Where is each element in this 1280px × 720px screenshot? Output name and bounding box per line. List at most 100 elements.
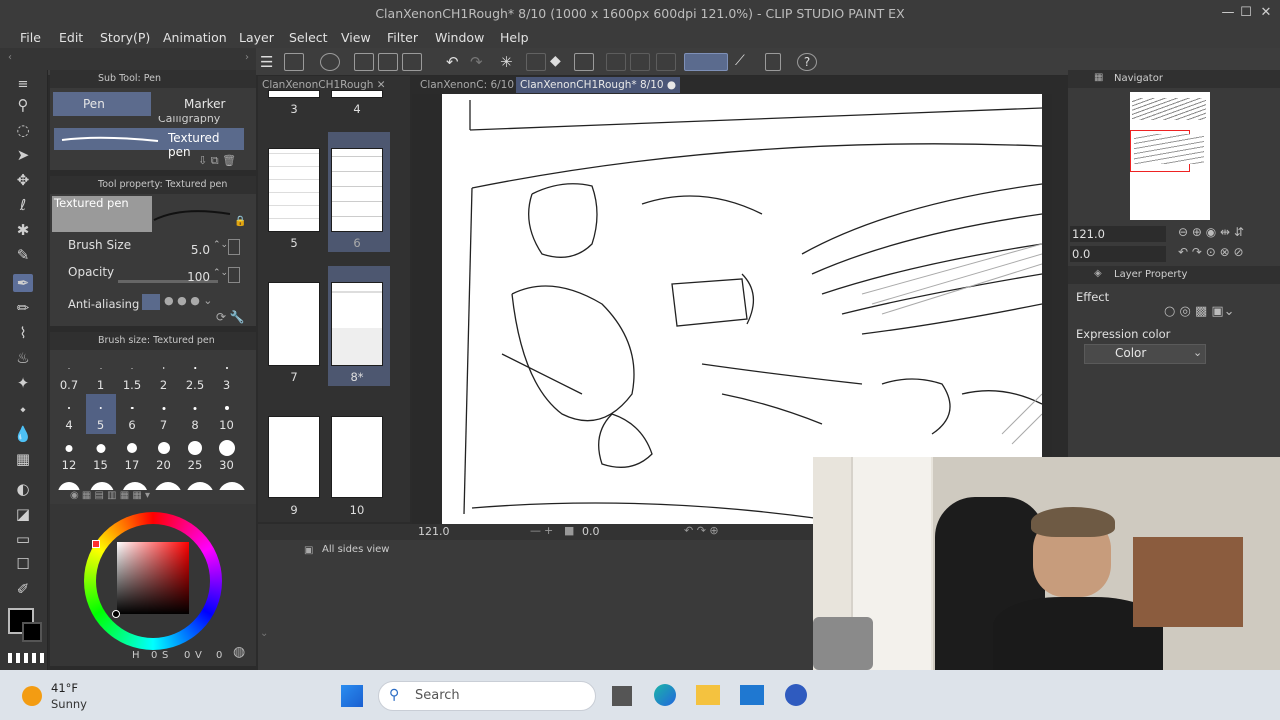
zoom-in-button[interactable]: + (544, 524, 553, 537)
mail-icon[interactable] (740, 685, 764, 705)
rotate-icon[interactable]: ↶ ↷ ⊕ (684, 524, 719, 537)
brush-size-option[interactable]: 0.7 (54, 354, 84, 394)
brush-size-option[interactable]: 8 (180, 394, 210, 434)
brush-size-option[interactable]: 1.5 (117, 354, 147, 394)
clip-studio-taskbar-icon[interactable] (785, 684, 807, 706)
brush-size-option[interactable]: 10 (212, 394, 242, 434)
pen-tool-icon[interactable]: ✒ (13, 274, 33, 292)
menu-story[interactable]: Story(P) (100, 30, 150, 45)
page-thumb-9[interactable] (268, 416, 320, 498)
menu-animation[interactable]: Animation (163, 30, 227, 45)
eraser-tool-icon[interactable]: ⬩ (13, 400, 33, 418)
lasso-tool-icon[interactable]: ℓ (13, 196, 33, 214)
fill-icon[interactable]: ◆ (550, 53, 570, 71)
brush-size-option[interactable]: 20 (149, 434, 179, 474)
navigator-rotate-buttons-icon[interactable]: ↶ ↷ ⊙ ⊗ ⊘ (1178, 245, 1244, 259)
opacity-spinner-icon[interactable]: ⌃⌄ (213, 268, 228, 278)
file-explorer-icon[interactable] (696, 685, 720, 705)
page-thumb-8[interactable] (331, 282, 383, 366)
navigator-preview[interactable] (1130, 92, 1210, 220)
airbrush-tool-icon[interactable]: ♨ (13, 349, 33, 367)
clear-icon[interactable] (526, 53, 546, 71)
brush-size-option[interactable]: 15 (86, 434, 116, 474)
menu-filter[interactable]: Filter (387, 30, 418, 45)
brush-tool-icon[interactable]: ⌇ (13, 324, 33, 342)
auto-select-tool-icon[interactable]: ✱ (13, 221, 33, 239)
expression-color-select[interactable]: Color ⌄ (1084, 344, 1206, 364)
fill-tool-icon[interactable]: ▦ (13, 450, 33, 468)
hamburger-menu-icon[interactable]: ☰ (260, 53, 280, 71)
canvas-zoom-value[interactable]: 121.0 (418, 525, 450, 538)
antialias-options-icon[interactable]: ● ● ● ⌄ (164, 294, 244, 308)
maximize-button[interactable]: ☐ (1238, 5, 1254, 21)
fit-screen-button[interactable]: ■ (564, 524, 574, 537)
canvas-angle-value[interactable]: 0.0 (582, 525, 600, 538)
menu-select[interactable]: Select (289, 30, 328, 45)
figure-tool-icon[interactable]: ◪ (13, 505, 33, 523)
doc-tab-2[interactable]: ClanXenonC: 6/10 ✕ (416, 77, 530, 93)
page-thumb-10[interactable] (331, 416, 383, 498)
selected-brush-row[interactable]: Textured pen (54, 128, 244, 159)
crop-icon[interactable] (656, 53, 676, 71)
effect-buttons-icon[interactable]: ○ ◎ ▩ ▣⌄ (1164, 304, 1235, 319)
save-icon[interactable] (402, 53, 422, 71)
blend-tool-icon[interactable]: 💧 (13, 425, 33, 443)
sun-icon[interactable] (22, 686, 42, 706)
invert-selection-icon[interactable] (630, 53, 650, 71)
color-settings-icon[interactable]: ◍ (233, 644, 245, 660)
doc-tab-1-close-icon[interactable]: ✕ (377, 79, 386, 91)
lock-icon[interactable]: 🔒 (234, 216, 246, 227)
close-button[interactable]: ✕ (1258, 5, 1274, 21)
opacity-pressure-icon[interactable] (228, 267, 240, 283)
menu-layer[interactable]: Layer (239, 30, 274, 45)
windows-start-icon[interactable] (341, 685, 363, 707)
expand-icon[interactable]: › (245, 52, 249, 63)
page-thumb-7[interactable] (268, 282, 320, 366)
navigator-zoom-buttons-icon[interactable]: ⊖ ⊕ ◉ ⇹ ⇵ (1178, 225, 1244, 239)
brush-size-option[interactable]: 1 (86, 354, 116, 394)
snap-special-ruler-icon[interactable]: ⟋ (735, 53, 755, 71)
brush-size-option[interactable]: 25 (180, 434, 210, 474)
color-picker-handle[interactable] (112, 610, 120, 618)
page-thumb-5[interactable] (268, 148, 320, 232)
brush-size-option[interactable]: 6 (117, 394, 147, 434)
opacity-value[interactable]: 100 (180, 270, 210, 284)
brush-size-dropdown-icon[interactable] (228, 239, 240, 255)
doc-tab-3-modified-icon[interactable]: ● (667, 79, 676, 91)
brush-size-actions-icon[interactable]: ◉ ▦ ▤ ▥ ▦ ▦ ▾ (70, 490, 150, 501)
brush-size-option[interactable]: 3 (212, 354, 242, 394)
transparent-color-icon[interactable] (8, 653, 44, 663)
menu-window[interactable]: Window (435, 30, 484, 45)
menu-help[interactable]: Help (500, 30, 529, 45)
menu-view[interactable]: View (341, 30, 371, 45)
new-canvas-icon[interactable] (354, 53, 374, 71)
panel-collapse-icon[interactable]: ⌄ (260, 628, 268, 639)
weather-temperature[interactable]: 41°F (51, 681, 78, 695)
transform-icon[interactable] (574, 53, 594, 71)
page-thumb-6[interactable] (331, 148, 383, 232)
brush-partial-label[interactable]: Calligraphy (158, 116, 220, 124)
doc-tab-3[interactable]: ClanXenonCH1Rough* 8/10 ● (516, 77, 681, 93)
frame-tool-icon[interactable]: ▭ (13, 530, 33, 548)
decoration-tool-icon[interactable]: ✦ (13, 374, 33, 392)
smartphone-icon[interactable] (765, 53, 781, 71)
pencil-tool-icon[interactable]: ✏ (13, 299, 33, 317)
menu-edit[interactable]: Edit (59, 30, 83, 45)
saturation-value-square[interactable] (117, 542, 189, 614)
sub-color-swatch[interactable] (22, 622, 42, 642)
snap-ruler-icon[interactable] (684, 53, 728, 71)
layer-property-title[interactable]: Layer Property (1114, 269, 1187, 280)
tool-settings-icon[interactable]: ⟳ 🔧 (216, 310, 245, 324)
brush-size-option[interactable]: 30 (212, 434, 242, 474)
antialias-none-option[interactable] (142, 294, 160, 310)
brush-size-spinner-icon[interactable]: ⌃⌄ (213, 240, 228, 250)
hue-handle[interactable] (92, 540, 100, 548)
navigator-title[interactable]: Navigator (1114, 73, 1163, 84)
clip-studio-icon[interactable] (320, 53, 340, 71)
brush-size-option[interactable]: 12 (54, 434, 84, 474)
open-folder-icon[interactable] (378, 53, 398, 71)
taskbar-search-box[interactable]: ⚲ Search (378, 681, 596, 711)
tab-marker[interactable]: Marker (154, 92, 252, 116)
weather-condition[interactable]: Sunny (51, 697, 87, 711)
brush-size-option[interactable]: 7 (149, 394, 179, 434)
